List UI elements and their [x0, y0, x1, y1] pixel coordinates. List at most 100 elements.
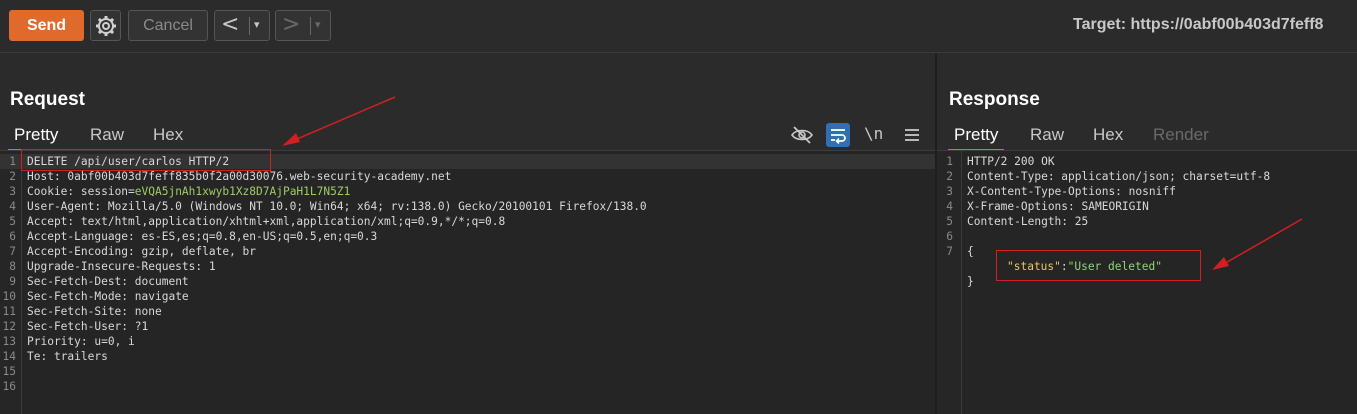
- back-dropdown-icon[interactable]: ▾: [254, 18, 260, 31]
- header-name: Cookie:: [27, 185, 75, 198]
- tab-render[interactable]: Render: [1153, 123, 1209, 149]
- header-value: Mozilla/5.0 (Windows NT 10.0; Win64; x64…: [101, 200, 647, 213]
- code-line: 9 Sec-Fetch-Dest: document: [0, 274, 935, 289]
- line-number: 9: [9, 275, 16, 288]
- line-number: 4: [946, 200, 953, 213]
- send-button[interactable]: Send: [9, 10, 84, 41]
- line-text: Accept-Language: es-ES,es;q=0.8,en-US;q=…: [27, 229, 377, 244]
- tab-raw[interactable]: Raw: [1030, 123, 1064, 149]
- toolbar: Send Cancel < ▾ > ▾ Target: https://0abf…: [0, 0, 1357, 53]
- header-value: session=: [74, 185, 135, 198]
- header-value: nosniff: [1121, 185, 1176, 198]
- header-name: Sec-Fetch-User:: [27, 320, 129, 333]
- line-text: Sec-Fetch-Mode: navigate: [27, 289, 189, 304]
- code-line: 3 X-Content-Type-Options: nosniff: [937, 184, 1357, 199]
- tab-pretty[interactable]: Pretty: [947, 123, 1005, 151]
- line-text: Host: 0abf00b403d7feff835b0f2a00d30076.w…: [27, 169, 451, 184]
- code-line: 3 Cookie: session=eVQA5jnAh1xwyb1Xz8D7AjP…: [0, 184, 935, 199]
- header-value: 1: [202, 260, 216, 273]
- forward-dropdown-icon[interactable]: ▾: [315, 18, 321, 31]
- code-line: 16: [0, 379, 935, 394]
- response-title: Response: [949, 89, 1040, 110]
- header-name: Sec-Fetch-Site:: [27, 305, 129, 318]
- cancel-button[interactable]: Cancel: [128, 10, 208, 41]
- request-editor[interactable]: 1 DELETE /api/user/carlos HTTP/2 2 Host: 0a…: [0, 151, 935, 414]
- code-line: 2 Host: 0abf00b403d7feff835b0f2a00d30076.…: [0, 169, 935, 184]
- line-number: 5: [946, 215, 953, 228]
- header-name: Priority:: [27, 335, 88, 348]
- separator: [310, 17, 311, 35]
- request-editor-icons: \n: [788, 123, 928, 147]
- line-number: 3: [9, 185, 16, 198]
- code-line: 5 Content-Length: 25: [937, 214, 1357, 229]
- line-number: 10: [2, 290, 16, 303]
- forward-arrow-icon[interactable]: >: [282, 13, 300, 37]
- line-number: 4: [9, 200, 16, 213]
- header-name: Accept-Encoding:: [27, 245, 135, 258]
- code-line: 15: [0, 364, 935, 379]
- header-name: Accept:: [27, 215, 75, 228]
- header-name: Host:: [27, 170, 61, 183]
- tab-hex[interactable]: Hex: [153, 123, 183, 149]
- separator: [249, 17, 250, 35]
- line-number: 16: [2, 380, 16, 393]
- wrap-icon[interactable]: [826, 123, 850, 147]
- tab-hex[interactable]: Hex: [1093, 123, 1123, 149]
- line-text: {: [967, 244, 974, 259]
- header-name: Te:: [27, 350, 48, 363]
- line-number: 1: [9, 155, 16, 168]
- code-line: 12 Sec-Fetch-User: ?1: [0, 319, 935, 334]
- line-text: Sec-Fetch-Site: none: [27, 304, 162, 319]
- back-button-group[interactable]: < ▾: [214, 10, 270, 41]
- forward-button-group[interactable]: > ▾: [275, 10, 331, 41]
- code-line: 4 X-Frame-Options: SAMEORIGIN: [937, 199, 1357, 214]
- tab-pretty[interactable]: Pretty: [7, 123, 65, 151]
- hide-icon[interactable]: [790, 123, 814, 147]
- code-line: 13 Priority: u=0, i: [0, 334, 935, 349]
- response-editor[interactable]: 1 HTTP/2 200 OK 2 Content-Type: application…: [937, 151, 1357, 414]
- code-line: 2 Content-Type: application/json; charset…: [937, 169, 1357, 184]
- target-url[interactable]: Target: https://0abf00b403d7feff8: [1073, 16, 1323, 34]
- back-arrow-icon[interactable]: <: [221, 13, 239, 37]
- header-value: 0abf00b403d7feff835b0f2a00d30076.web-sec…: [60, 170, 452, 183]
- header-value: SAMEORIGIN: [1074, 200, 1149, 213]
- code-line: 8 Upgrade-Insecure-Requests: 1: [0, 259, 935, 274]
- line-number: 5: [9, 215, 16, 228]
- line-number: 7: [9, 245, 16, 258]
- menu-icon[interactable]: [900, 123, 924, 147]
- line-text: Content-Type: application/json; charset=…: [967, 169, 1270, 184]
- header-name: X-Frame-Options:: [967, 200, 1075, 213]
- header-value: text/html,application/xhtml+xml,applicat…: [74, 215, 506, 228]
- header-value: application/json; charset=utf-8: [1054, 170, 1271, 183]
- code-line: 4 User-Agent: Mozilla/5.0 (Windows NT 10.…: [0, 199, 935, 214]
- header-value: u=0, i: [87, 335, 135, 348]
- header-value: none: [128, 305, 162, 318]
- header-name: X-Content-Type-Options:: [967, 185, 1122, 198]
- newline-icon[interactable]: \n: [864, 123, 888, 147]
- line-text: }: [967, 274, 974, 289]
- header-name: Upgrade-Insecure-Requests:: [27, 260, 203, 273]
- response-pane: Response Pretty Raw Hex Render 1 HTTP/2 2…: [937, 53, 1357, 414]
- line-number: 8: [9, 260, 16, 273]
- code-line: 7 Accept-Encoding: gzip, deflate, br: [0, 244, 935, 259]
- line-number: 2: [946, 170, 953, 183]
- line-content: }: [967, 275, 974, 288]
- line-number: 13: [2, 335, 16, 348]
- settings-button[interactable]: [90, 10, 121, 41]
- request-tabs: Pretty Raw Hex: [7, 123, 914, 151]
- line-number: 2: [9, 170, 16, 183]
- code-line: 14 Te: trailers: [0, 349, 935, 364]
- line-content: {: [967, 245, 974, 258]
- line-number: 12: [2, 320, 16, 333]
- tab-raw[interactable]: Raw: [90, 123, 124, 149]
- header-name: Sec-Fetch-Dest:: [27, 275, 129, 288]
- line-number: 11: [2, 305, 16, 318]
- header-value: gzip, deflate, br: [134, 245, 257, 258]
- line-text: Sec-Fetch-Dest: document: [27, 274, 189, 289]
- header-value: navigate: [128, 290, 189, 303]
- code-line: 11 Sec-Fetch-Site: none: [0, 304, 935, 319]
- response-tabs: Pretty Raw Hex Render: [947, 123, 1354, 151]
- line-text: Content-Length: 25: [967, 214, 1088, 229]
- annotation-box-status: [996, 250, 1201, 281]
- header-name: Content-Type:: [967, 170, 1055, 183]
